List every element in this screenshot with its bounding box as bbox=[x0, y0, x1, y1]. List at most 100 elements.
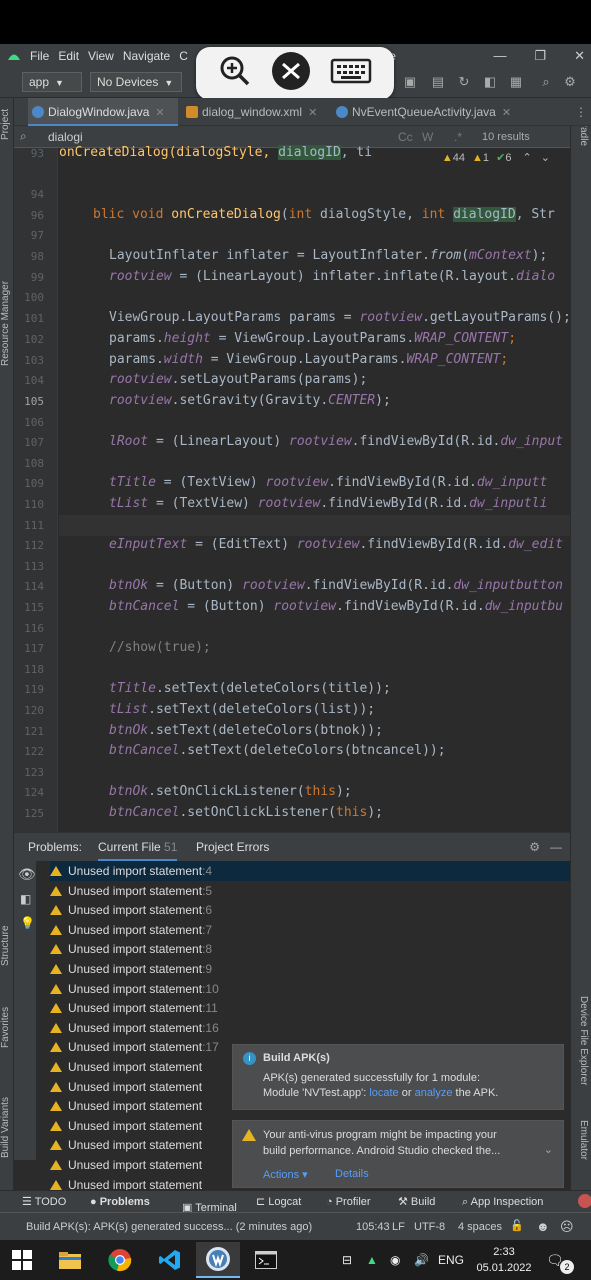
gear-icon[interactable]: ⚙ bbox=[529, 833, 540, 861]
problem-row[interactable]: Unused import statement:11 bbox=[50, 998, 218, 1018]
project-panel-tab[interactable]: Project bbox=[0, 109, 11, 140]
line-separator[interactable]: LF bbox=[392, 1221, 405, 1233]
windows-taskbar: ⊟ ▲ ◉ 🔊 ENG 2:33 05.01.2022 🗨 2 bbox=[0, 1240, 591, 1280]
problem-row[interactable]: Unused import statement:10 bbox=[50, 979, 219, 999]
volume-icon[interactable]: 🔊 bbox=[414, 1240, 429, 1280]
smile-icon[interactable]: ☻ bbox=[536, 1219, 550, 1234]
structure-icon[interactable]: ▦ bbox=[508, 74, 524, 90]
chevron-up-icon[interactable]: ⌃ bbox=[523, 152, 532, 164]
menu-view[interactable]: View bbox=[88, 49, 114, 63]
problem-row[interactable]: Unused import statement bbox=[50, 1155, 202, 1175]
start-button[interactable] bbox=[0, 1242, 44, 1278]
problem-row[interactable]: Unused import statement bbox=[50, 1135, 202, 1155]
preview-icon[interactable]: ◧ bbox=[20, 892, 31, 906]
tab-project-errors[interactable]: Project Errors bbox=[196, 833, 269, 861]
actions-link[interactable]: Actions ▾ bbox=[263, 1168, 308, 1181]
language-indicator[interactable]: ENG bbox=[438, 1240, 464, 1280]
device-file-explorer-tab[interactable]: Device File Explorer bbox=[578, 996, 589, 1085]
words-button[interactable]: W bbox=[422, 130, 433, 144]
code-editor[interactable]: ⌕ dialogi Cc W .* 10 results ▲44 ▲1 ✔6 ⌃… bbox=[14, 126, 570, 832]
search-input[interactable]: dialogi bbox=[48, 130, 83, 144]
tab-nveventqueueactivity-java[interactable]: NvEventQueueActivity.java ✕ bbox=[332, 98, 532, 126]
problem-row[interactable]: Unused import statement:17 bbox=[50, 1037, 219, 1057]
android-studio-button[interactable] bbox=[196, 1242, 240, 1278]
event-log-badge[interactable] bbox=[578, 1194, 591, 1208]
vscode-button[interactable] bbox=[148, 1242, 192, 1278]
zoom-in-icon[interactable] bbox=[218, 54, 252, 93]
details-link[interactable]: Details bbox=[335, 1168, 369, 1180]
device-selector[interactable]: No Devices ▼ bbox=[90, 72, 182, 92]
regex-button[interactable]: .* bbox=[454, 130, 462, 144]
tab-logcat[interactable]: ⊏ Logcat bbox=[256, 1191, 301, 1213]
problem-row[interactable]: Unused import statement bbox=[50, 1096, 202, 1116]
tab-build[interactable]: ⚒ Build bbox=[398, 1191, 435, 1213]
bulb-icon[interactable]: 💡 bbox=[20, 916, 35, 930]
indent-setting[interactable]: 4 spaces bbox=[458, 1221, 502, 1233]
menu-navigate[interactable]: Navigate bbox=[123, 49, 170, 63]
remote-desktop-icon[interactable] bbox=[271, 51, 311, 96]
problem-row[interactable]: Unused import statement:5 bbox=[50, 881, 212, 901]
menu-edit[interactable]: Edit bbox=[58, 49, 79, 63]
build-variants-tab[interactable]: Build Variants bbox=[0, 1097, 11, 1158]
structure-tab[interactable]: Structure bbox=[0, 925, 11, 966]
search-everywhere-icon[interactable]: ⌕ bbox=[538, 74, 554, 90]
file-explorer-button[interactable] bbox=[48, 1242, 92, 1278]
terminal-button[interactable] bbox=[244, 1242, 288, 1278]
caret-position[interactable]: 105:43 bbox=[356, 1221, 390, 1233]
tab-problems[interactable]: ● Problems bbox=[90, 1191, 150, 1213]
inspection-widget[interactable]: ▲44 ▲1 ✔6 ⌃ ⌄ bbox=[442, 151, 550, 164]
tab-todo[interactable]: ☰ TODO bbox=[22, 1191, 66, 1213]
avd-manager-icon[interactable]: ▣ bbox=[402, 74, 418, 90]
restore-icon[interactable]: ❐ bbox=[534, 44, 546, 68]
problem-row[interactable]: Unused import statement bbox=[50, 1057, 202, 1077]
problem-row[interactable]: Unused import statement:8 bbox=[50, 939, 212, 959]
hide-panel-icon[interactable]: — bbox=[550, 833, 562, 861]
sync-gradle-icon[interactable]: ↻ bbox=[456, 74, 472, 90]
notification-center-icon[interactable]: 🗨 bbox=[546, 1240, 564, 1280]
tab-dialogwindow-java[interactable]: DialogWindow.java ✕ bbox=[28, 98, 178, 126]
tab-profiler[interactable]: ◔ Profiler bbox=[326, 1191, 371, 1213]
status-message[interactable]: Build APK(s): APK(s) generated success..… bbox=[26, 1221, 312, 1233]
module-selector[interactable]: app ▼ bbox=[22, 72, 82, 92]
chevron-down-icon[interactable]: ⌄ bbox=[544, 1143, 553, 1156]
tab-current-file[interactable]: Current File 51 bbox=[98, 833, 178, 861]
problem-row[interactable]: Unused import statement bbox=[50, 1116, 202, 1136]
sdk-manager-icon[interactable]: ▤ bbox=[430, 74, 446, 90]
resource-manager-tab[interactable]: Resource Manager bbox=[0, 281, 11, 366]
menu-code[interactable]: C bbox=[179, 49, 188, 63]
tab-app-inspection[interactable]: ⌕ App Inspection bbox=[462, 1191, 543, 1213]
network-icon[interactable]: ⊟ bbox=[342, 1240, 352, 1280]
lock-icon[interactable]: 🔓 bbox=[510, 1219, 524, 1232]
problem-row[interactable]: Unused import statement:16 bbox=[50, 1018, 219, 1038]
locate-link[interactable]: locate bbox=[369, 1087, 398, 1099]
close-icon[interactable]: ✕ bbox=[502, 107, 511, 119]
tab-label: DialogWindow.java bbox=[48, 105, 150, 119]
close-icon[interactable]: ✕ bbox=[574, 44, 585, 68]
emulator-tab[interactable]: Emulator bbox=[578, 1120, 589, 1160]
problem-row[interactable]: Unused import statement:4 bbox=[50, 861, 212, 881]
favorites-tab[interactable]: Favorites bbox=[0, 1007, 11, 1048]
close-icon[interactable]: ✕ bbox=[308, 107, 317, 119]
analyze-link[interactable]: analyze bbox=[415, 1087, 453, 1099]
close-icon[interactable]: ✕ bbox=[155, 107, 164, 119]
layout-inspector-icon[interactable]: ◧ bbox=[482, 74, 498, 90]
android-tray-icon[interactable]: ▲ bbox=[366, 1240, 378, 1280]
match-case-button[interactable]: Cc bbox=[398, 130, 413, 144]
clock[interactable]: 2:33 05.01.2022 bbox=[474, 1244, 534, 1276]
tabs-menu-icon[interactable]: ⋮ bbox=[575, 98, 587, 126]
tray-app-icon[interactable]: ◉ bbox=[390, 1240, 400, 1280]
menu-file[interactable]: File bbox=[30, 49, 49, 63]
frown-icon[interactable]: ☹ bbox=[560, 1219, 574, 1235]
file-encoding[interactable]: UTF-8 bbox=[414, 1221, 445, 1233]
problem-row[interactable]: Unused import statement:7 bbox=[50, 920, 212, 940]
chevron-down-icon[interactable]: ⌄ bbox=[541, 152, 550, 164]
problem-row[interactable]: Unused import statement:6 bbox=[50, 900, 212, 920]
tab-dialog-window-xml[interactable]: dialog_window.xml ✕ bbox=[182, 98, 330, 126]
keyboard-icon[interactable] bbox=[330, 57, 372, 90]
problem-row[interactable]: Unused import statement bbox=[50, 1077, 202, 1097]
settings-icon[interactable]: ⚙ bbox=[562, 74, 578, 90]
eye-icon[interactable]: 👁 bbox=[18, 866, 36, 883]
chrome-button[interactable] bbox=[98, 1242, 142, 1278]
minimize-icon[interactable]: — bbox=[493, 44, 506, 68]
problem-row[interactable]: Unused import statement:9 bbox=[50, 959, 212, 979]
